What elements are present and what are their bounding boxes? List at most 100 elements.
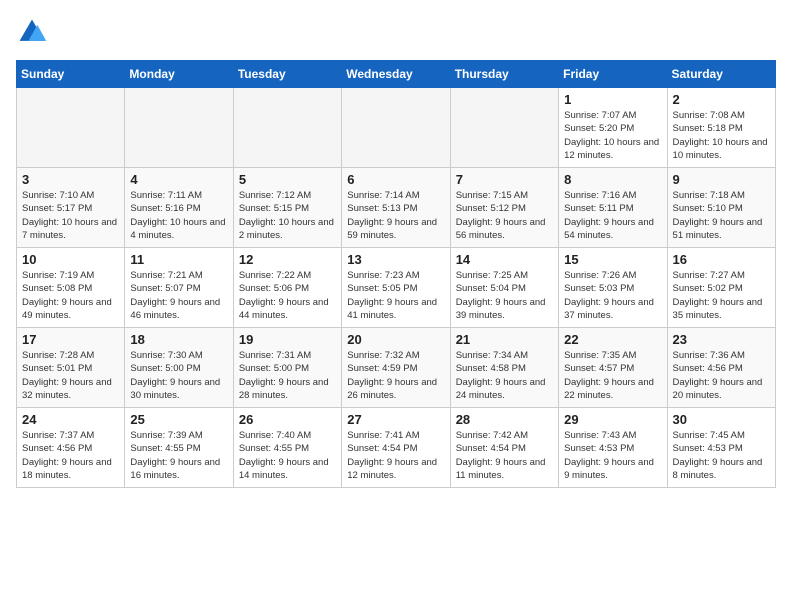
calendar-cell: 27 Sunrise: 7:41 AM Sunset: 4:54 PM Dayli… bbox=[342, 408, 450, 488]
day-number: 17 bbox=[22, 332, 119, 347]
calendar-cell: 24 Sunrise: 7:37 AM Sunset: 4:56 PM Dayli… bbox=[17, 408, 125, 488]
calendar-cell: 2 Sunrise: 7:08 AM Sunset: 5:18 PM Daylig… bbox=[667, 88, 775, 168]
day-info: Sunrise: 7:42 AM Sunset: 4:54 PM Dayligh… bbox=[456, 429, 553, 482]
weekday-header: Wednesday bbox=[342, 61, 450, 88]
day-info: Sunrise: 7:30 AM Sunset: 5:00 PM Dayligh… bbox=[130, 349, 227, 402]
day-number: 30 bbox=[673, 412, 770, 427]
calendar-cell: 12 Sunrise: 7:22 AM Sunset: 5:06 PM Dayli… bbox=[233, 248, 341, 328]
day-number: 12 bbox=[239, 252, 336, 267]
calendar-cell: 23Sunrise: 7:36 AM Sunset: 4:56 PM Dayli… bbox=[667, 328, 775, 408]
day-number: 5 bbox=[239, 172, 336, 187]
calendar-cell bbox=[233, 88, 341, 168]
day-number: 19 bbox=[239, 332, 336, 347]
day-info: Sunrise: 7:37 AM Sunset: 4:56 PM Dayligh… bbox=[22, 429, 119, 482]
calendar-cell: 25Sunrise: 7:39 AM Sunset: 4:55 PM Dayli… bbox=[125, 408, 233, 488]
day-info: Sunrise: 7:22 AM Sunset: 5:06 PM Dayligh… bbox=[239, 269, 336, 322]
weekday-header: Tuesday bbox=[233, 61, 341, 88]
day-info: Sunrise: 7:32 AM Sunset: 4:59 PM Dayligh… bbox=[347, 349, 444, 402]
calendar-cell: 22 Sunrise: 7:35 AM Sunset: 4:57 PM Dayli… bbox=[559, 328, 667, 408]
day-number: 14 bbox=[456, 252, 553, 267]
day-number: 27 bbox=[347, 412, 444, 427]
calendar-cell: 21 Sunrise: 7:34 AM Sunset: 4:58 PM Dayli… bbox=[450, 328, 558, 408]
day-number: 10 bbox=[22, 252, 119, 267]
day-number: 29 bbox=[564, 412, 661, 427]
day-info: Sunrise: 7:10 AM Sunset: 5:17 PM Dayligh… bbox=[22, 189, 119, 242]
calendar-cell: 5 Sunrise: 7:12 AM Sunset: 5:15 PM Daylig… bbox=[233, 168, 341, 248]
day-number: 15 bbox=[564, 252, 661, 267]
calendar-cell: 18 Sunrise: 7:30 AM Sunset: 5:00 PM Dayli… bbox=[125, 328, 233, 408]
day-number: 16 bbox=[673, 252, 770, 267]
weekday-header: Thursday bbox=[450, 61, 558, 88]
day-info: Sunrise: 7:39 AM Sunset: 4:55 PM Dayligh… bbox=[130, 429, 227, 482]
day-number: 3 bbox=[22, 172, 119, 187]
calendar-cell bbox=[450, 88, 558, 168]
day-info: Sunrise: 7:19 AM Sunset: 5:08 PM Dayligh… bbox=[22, 269, 119, 322]
day-number: 21 bbox=[456, 332, 553, 347]
weekday-header: Sunday bbox=[17, 61, 125, 88]
day-info: Sunrise: 7:11 AM Sunset: 5:16 PM Dayligh… bbox=[130, 189, 227, 242]
weekday-header: Friday bbox=[559, 61, 667, 88]
day-info: Sunrise: 7:27 AM Sunset: 5:02 PM Dayligh… bbox=[673, 269, 770, 322]
day-info: Sunrise: 7:40 AM Sunset: 4:55 PM Dayligh… bbox=[239, 429, 336, 482]
weekday-header: Saturday bbox=[667, 61, 775, 88]
day-info: Sunrise: 7:25 AM Sunset: 5:04 PM Dayligh… bbox=[456, 269, 553, 322]
day-info: Sunrise: 7:21 AM Sunset: 5:07 PM Dayligh… bbox=[130, 269, 227, 322]
day-number: 20 bbox=[347, 332, 444, 347]
calendar-cell: 20 Sunrise: 7:32 AM Sunset: 4:59 PM Dayli… bbox=[342, 328, 450, 408]
page-header bbox=[16, 16, 776, 48]
calendar-cell bbox=[17, 88, 125, 168]
calendar-cell: 28 Sunrise: 7:42 AM Sunset: 4:54 PM Dayli… bbox=[450, 408, 558, 488]
calendar-cell: 17 Sunrise: 7:28 AM Sunset: 5:01 PM Dayli… bbox=[17, 328, 125, 408]
calendar-cell: 4 Sunrise: 7:11 AM Sunset: 5:16 PM Daylig… bbox=[125, 168, 233, 248]
day-number: 1 bbox=[564, 92, 661, 107]
calendar-cell: 16 Sunrise: 7:27 AM Sunset: 5:02 PM Dayli… bbox=[667, 248, 775, 328]
calendar-cell: 8Sunrise: 7:16 AM Sunset: 5:11 PM Daylig… bbox=[559, 168, 667, 248]
day-info: Sunrise: 7:34 AM Sunset: 4:58 PM Dayligh… bbox=[456, 349, 553, 402]
day-info: Sunrise: 7:07 AM Sunset: 5:20 PM Dayligh… bbox=[564, 109, 661, 162]
day-number: 9 bbox=[673, 172, 770, 187]
day-info: Sunrise: 7:28 AM Sunset: 5:01 PM Dayligh… bbox=[22, 349, 119, 402]
weekday-header: Monday bbox=[125, 61, 233, 88]
calendar-cell bbox=[125, 88, 233, 168]
calendar-cell: 19 Sunrise: 7:31 AM Sunset: 5:00 PM Dayli… bbox=[233, 328, 341, 408]
calendar-cell: 9 Sunrise: 7:18 AM Sunset: 5:10 PM Daylig… bbox=[667, 168, 775, 248]
day-info: Sunrise: 7:08 AM Sunset: 5:18 PM Dayligh… bbox=[673, 109, 770, 162]
day-info: Sunrise: 7:35 AM Sunset: 4:57 PM Dayligh… bbox=[564, 349, 661, 402]
day-info: Sunrise: 7:15 AM Sunset: 5:12 PM Dayligh… bbox=[456, 189, 553, 242]
day-number: 8 bbox=[564, 172, 661, 187]
calendar-cell: 10 Sunrise: 7:19 AM Sunset: 5:08 PM Dayli… bbox=[17, 248, 125, 328]
day-number: 24 bbox=[22, 412, 119, 427]
day-info: Sunrise: 7:43 AM Sunset: 4:53 PM Dayligh… bbox=[564, 429, 661, 482]
calendar-cell: 13 Sunrise: 7:23 AM Sunset: 5:05 PM Dayli… bbox=[342, 248, 450, 328]
calendar-cell: 7 Sunrise: 7:15 AM Sunset: 5:12 PM Daylig… bbox=[450, 168, 558, 248]
day-number: 28 bbox=[456, 412, 553, 427]
day-info: Sunrise: 7:45 AM Sunset: 4:53 PM Dayligh… bbox=[673, 429, 770, 482]
calendar-cell: 26 Sunrise: 7:40 AM Sunset: 4:55 PM Dayli… bbox=[233, 408, 341, 488]
logo bbox=[16, 16, 54, 48]
calendar-cell: 29 Sunrise: 7:43 AM Sunset: 4:53 PM Dayli… bbox=[559, 408, 667, 488]
day-info: Sunrise: 7:18 AM Sunset: 5:10 PM Dayligh… bbox=[673, 189, 770, 242]
day-number: 13 bbox=[347, 252, 444, 267]
day-number: 2 bbox=[673, 92, 770, 107]
calendar-table: SundayMondayTuesdayWednesdayThursdayFrid… bbox=[16, 60, 776, 488]
calendar-cell: 14 Sunrise: 7:25 AM Sunset: 5:04 PM Dayli… bbox=[450, 248, 558, 328]
day-number: 26 bbox=[239, 412, 336, 427]
calendar-cell: 1 Sunrise: 7:07 AM Sunset: 5:20 PM Daylig… bbox=[559, 88, 667, 168]
day-info: Sunrise: 7:31 AM Sunset: 5:00 PM Dayligh… bbox=[239, 349, 336, 402]
day-number: 6 bbox=[347, 172, 444, 187]
calendar-cell: 6 Sunrise: 7:14 AM Sunset: 5:13 PM Daylig… bbox=[342, 168, 450, 248]
day-number: 4 bbox=[130, 172, 227, 187]
day-info: Sunrise: 7:12 AM Sunset: 5:15 PM Dayligh… bbox=[239, 189, 336, 242]
day-info: Sunrise: 7:41 AM Sunset: 4:54 PM Dayligh… bbox=[347, 429, 444, 482]
calendar-cell: 15 Sunrise: 7:26 AM Sunset: 5:03 PM Dayli… bbox=[559, 248, 667, 328]
day-number: 7 bbox=[456, 172, 553, 187]
day-info: Sunrise: 7:36 AM Sunset: 4:56 PM Dayligh… bbox=[673, 349, 770, 402]
calendar-cell bbox=[342, 88, 450, 168]
day-info: Sunrise: 7:14 AM Sunset: 5:13 PM Dayligh… bbox=[347, 189, 444, 242]
calendar-cell: 30 Sunrise: 7:45 AM Sunset: 4:53 PM Dayli… bbox=[667, 408, 775, 488]
day-number: 22 bbox=[564, 332, 661, 347]
calendar-cell: 3 Sunrise: 7:10 AM Sunset: 5:17 PM Daylig… bbox=[17, 168, 125, 248]
day-info: Sunrise: 7:23 AM Sunset: 5:05 PM Dayligh… bbox=[347, 269, 444, 322]
day-number: 18 bbox=[130, 332, 227, 347]
day-info: Sunrise: 7:26 AM Sunset: 5:03 PM Dayligh… bbox=[564, 269, 661, 322]
